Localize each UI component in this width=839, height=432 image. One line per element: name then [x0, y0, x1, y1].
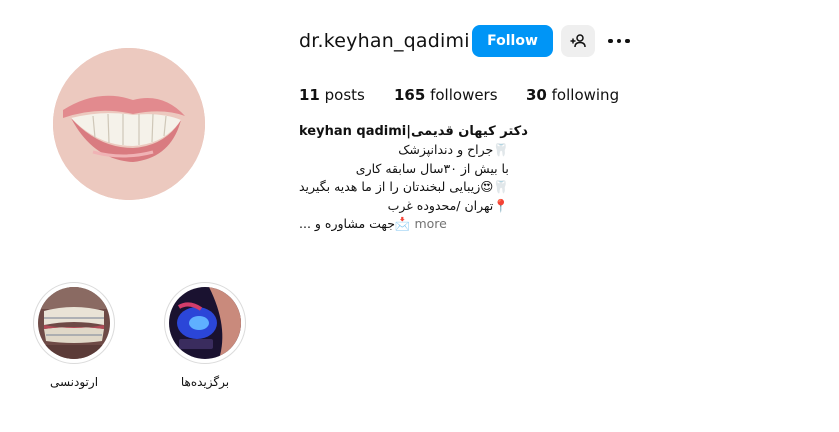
following-label: following: [551, 86, 620, 104]
followers-count: 165: [394, 86, 426, 104]
posts-stat[interactable]: 11 posts: [299, 86, 365, 104]
highlight-cover: [169, 287, 241, 359]
followers-label: followers: [430, 86, 498, 104]
bio-line: 📍تهران /محدوده غرب: [387, 197, 509, 213]
posts-label: posts: [324, 86, 365, 104]
bio-more-link[interactable]: more: [414, 216, 446, 231]
highlight-label: برگزیده‌ها: [180, 375, 230, 389]
braces-image: [38, 287, 110, 359]
bio-line: 🦷جراح و دندانپزشک: [398, 142, 509, 157]
highlight-label: ارتودنسی: [49, 375, 99, 389]
bio-last-line: 📩جهت مشاوره و ... more: [299, 215, 509, 234]
avatar-image: [53, 48, 205, 200]
highlight-featured[interactable]: برگزیده‌ها: [163, 282, 247, 389]
more-options-button[interactable]: [606, 30, 632, 52]
suggest-users-button[interactable]: [561, 25, 595, 57]
followers-stat[interactable]: 165 followers: [394, 86, 498, 104]
follow-button[interactable]: Follow: [472, 25, 553, 57]
profile-bio: 🦷جراح و دندانپزشک با بیش از ۳۰سال سابقه …: [299, 141, 509, 234]
highlight-ring: [33, 282, 115, 364]
bio-line: 📩جهت مشاوره و ...: [299, 216, 411, 231]
bio-line: 🦷😍زیبایی لبخندتان را از ما هدیه بگیرید: [299, 179, 509, 194]
following-count: 30: [526, 86, 547, 104]
highlight-cover: [38, 287, 110, 359]
profile-full-name: keyhan qadimi|دکتر کیهان قدیمی: [299, 124, 528, 139]
bio-line: با بیش از ۳۰سال سابقه کاری: [355, 160, 509, 176]
following-stat[interactable]: 30 following: [526, 86, 619, 104]
profile-avatar[interactable]: [53, 48, 205, 200]
whitening-light-image: [169, 287, 241, 359]
highlight-orthodontics[interactable]: ارتودنسی: [32, 282, 116, 389]
add-user-icon: [570, 34, 586, 48]
highlight-ring: [164, 282, 246, 364]
more-options-icon: [608, 38, 613, 44]
posts-count: 11: [299, 86, 320, 104]
profile-username: dr.keyhan_qadimi: [299, 30, 470, 52]
